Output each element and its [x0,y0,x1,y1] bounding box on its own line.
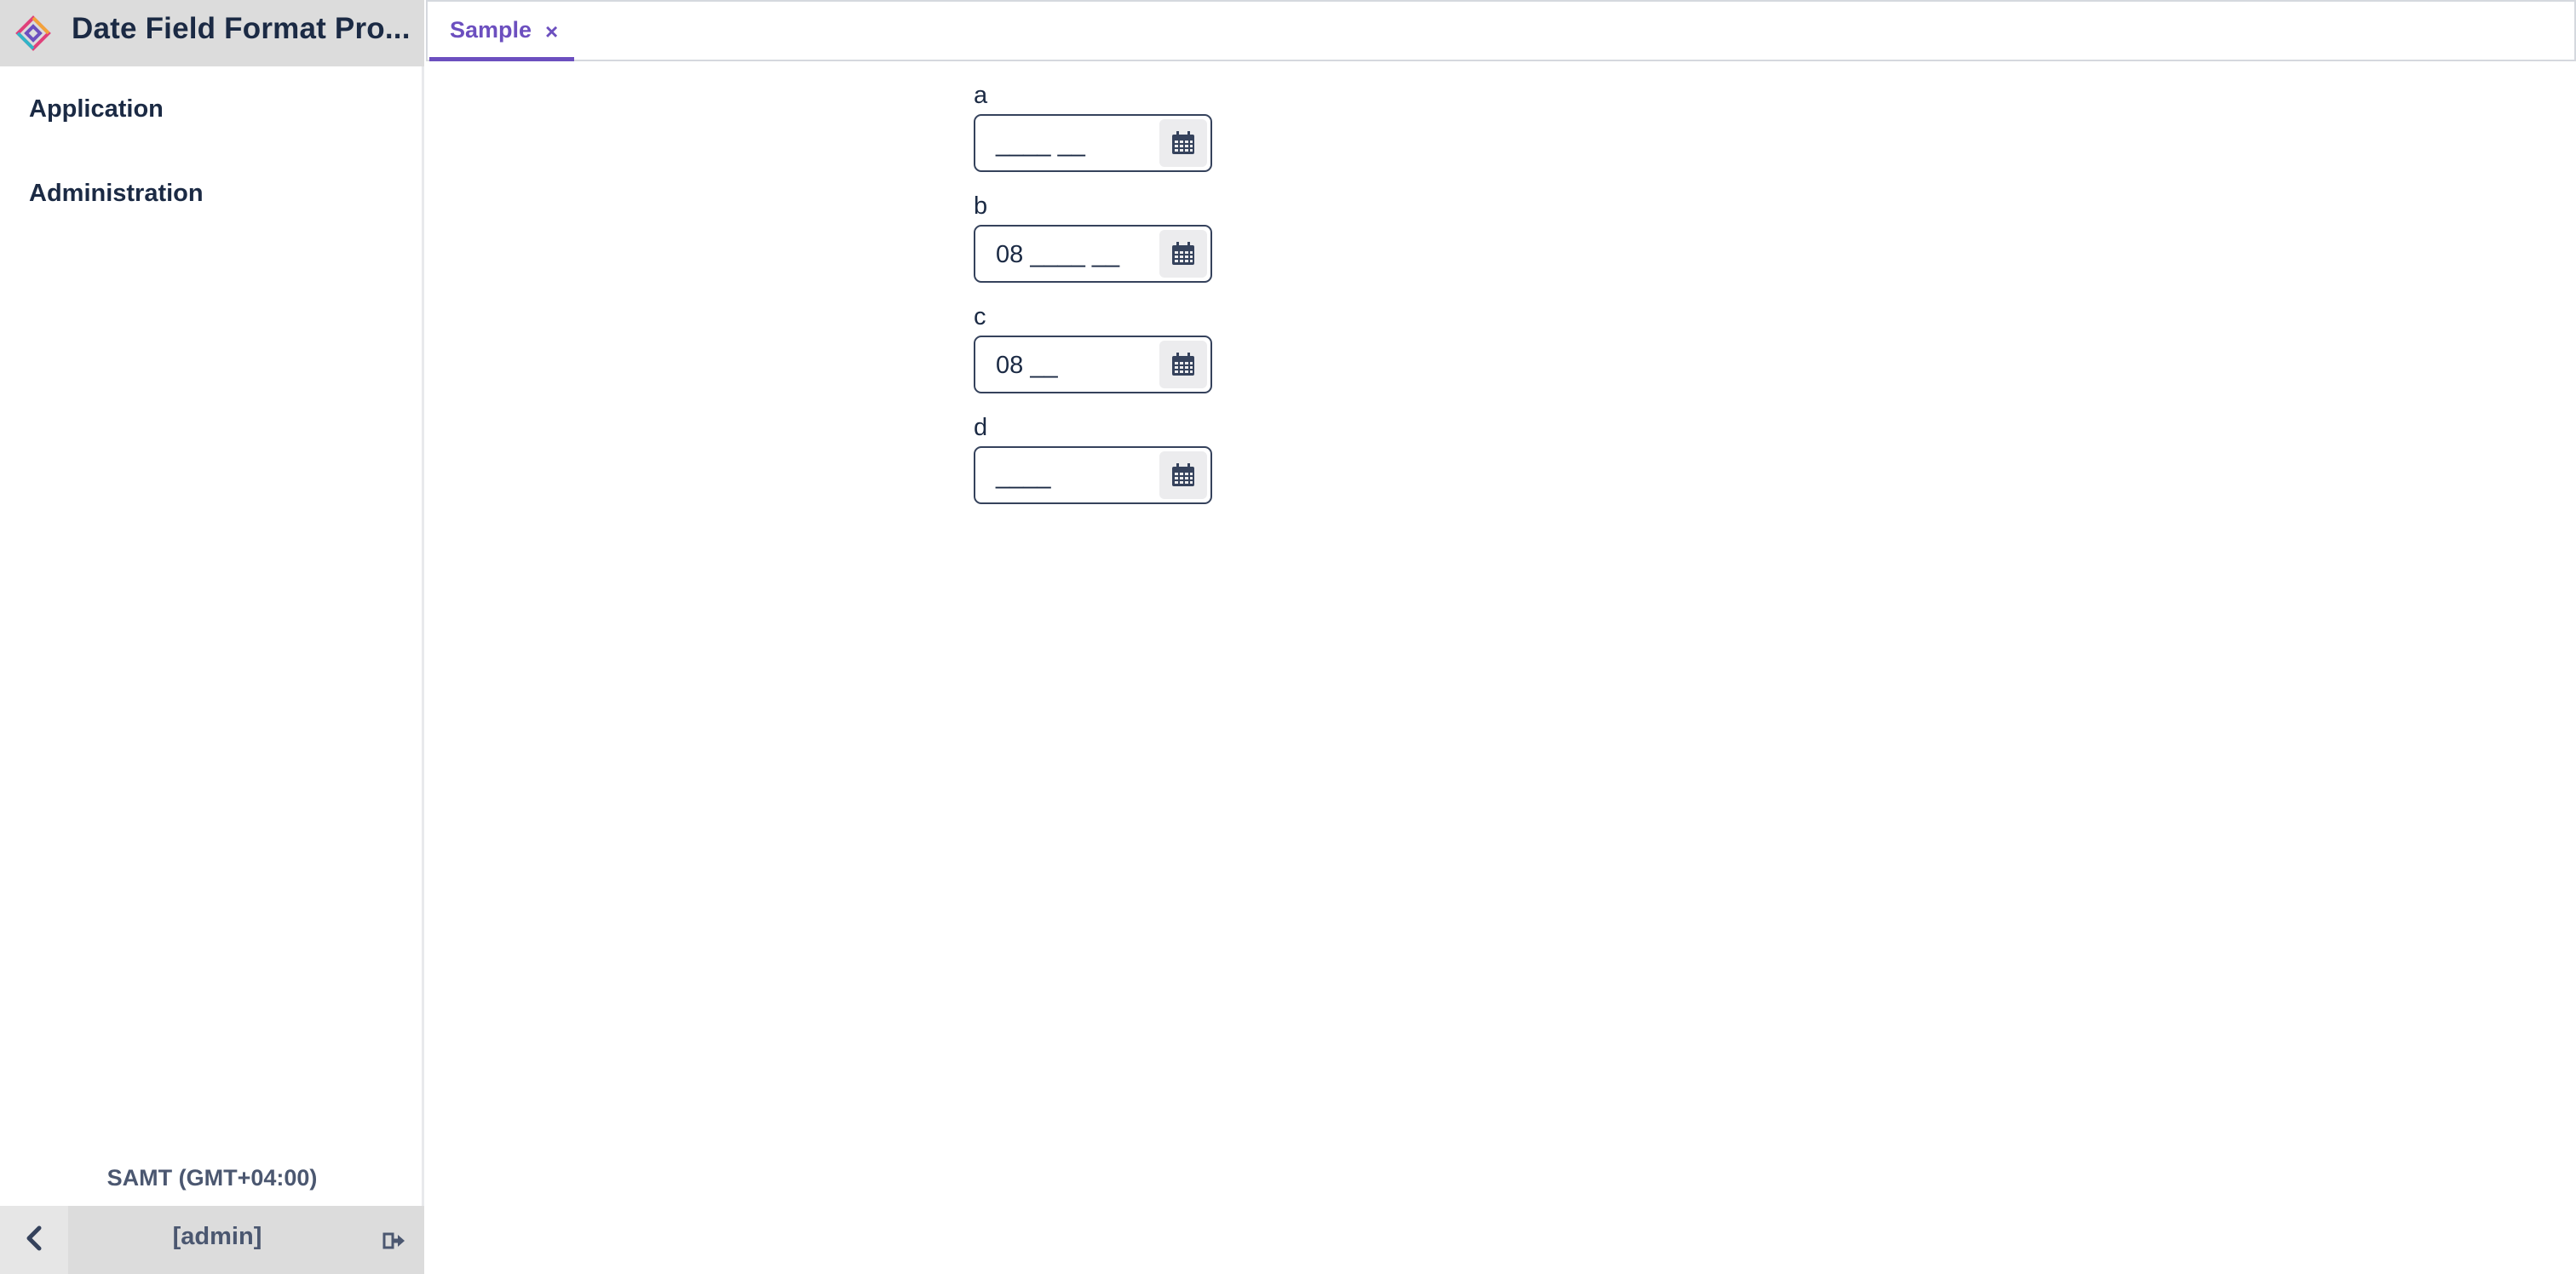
side-menu: Date Field Format Pro... Application Adm… [0,0,424,1274]
menu-item-administration[interactable]: Administration [29,180,204,208]
date-field-b[interactable]: 08 ____ __ [974,225,1212,283]
timezone-label: SAMT (GMT+04:00) [106,1165,318,1191]
tab-bar: Sample × [426,0,2576,61]
sidebar-footer: [admin] [0,1206,424,1274]
user-indicator[interactable]: [admin] [68,1223,366,1251]
date-field-a-value[interactable]: ____ __ [996,130,1085,158]
chevron-left-icon [26,1225,43,1255]
field-label-d: d [974,414,988,441]
calendar-icon[interactable] [1159,119,1207,167]
app-title: Date Field Format Pro... [72,12,411,45]
logout-icon[interactable] [382,1228,407,1254]
menu-item-application[interactable]: Application [29,95,164,123]
calendar-icon[interactable] [1159,451,1207,499]
field-label-b: b [974,192,988,220]
date-field-c-value[interactable]: 08 __ [996,352,1058,380]
date-field-a[interactable]: ____ __ [974,114,1212,172]
calendar-icon[interactable] [1159,341,1207,388]
app-header: Date Field Format Pro... [0,0,424,66]
calendar-icon[interactable] [1159,230,1207,278]
close-icon[interactable]: × [545,19,558,44]
field-label-a: a [974,82,988,109]
tab-label: Sample [450,17,532,43]
app-logo-icon [15,15,51,51]
date-field-d[interactable]: ____ [974,446,1212,504]
date-field-b-value[interactable]: 08 ____ __ [996,241,1119,269]
collapse-menu-button[interactable] [0,1206,68,1274]
tab-sample[interactable]: Sample × [429,2,574,61]
date-field-d-value[interactable]: ____ [996,462,1051,491]
date-field-c[interactable]: 08 __ [974,336,1212,393]
field-label-c: c [974,303,986,330]
